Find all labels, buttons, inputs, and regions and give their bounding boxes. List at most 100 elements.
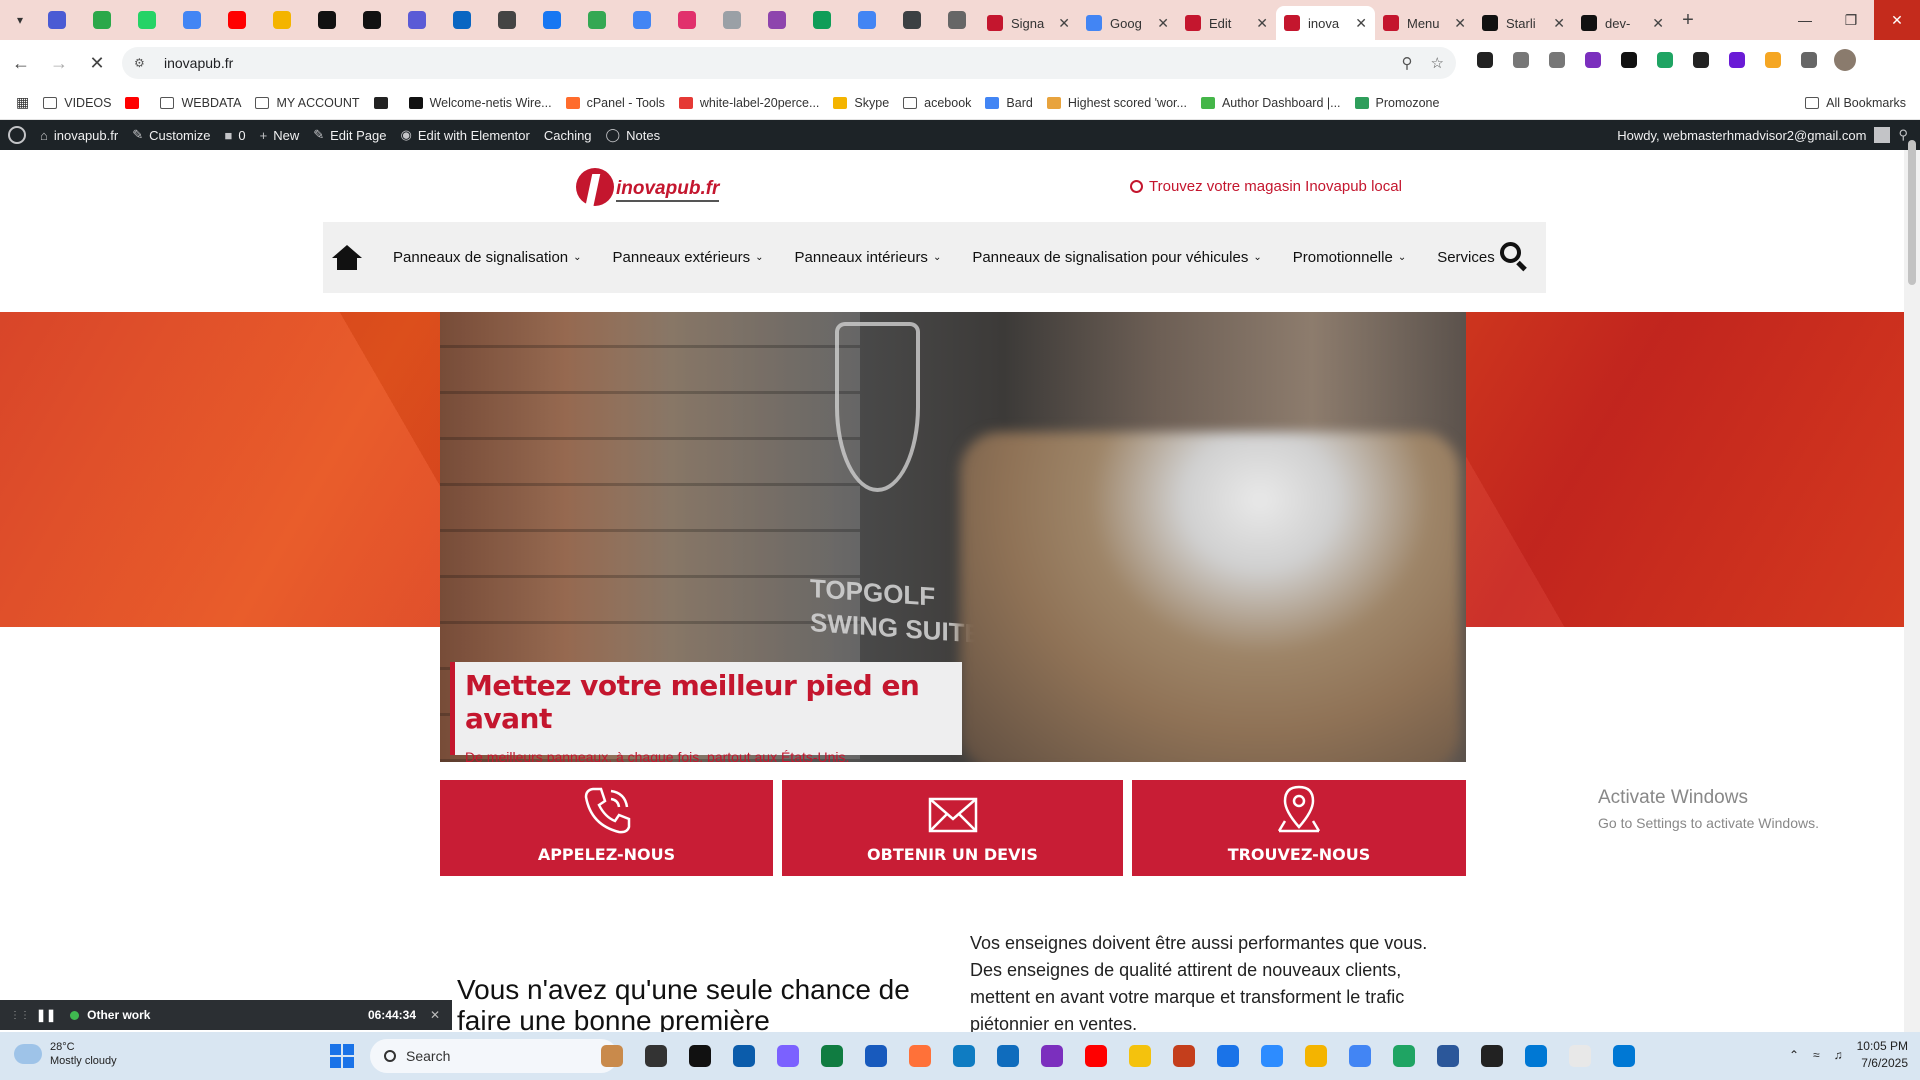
pinned-tab[interactable]	[574, 0, 619, 40]
taskbar-app-icon[interactable]	[992, 1040, 1024, 1072]
wp-new-link[interactable]: + New	[260, 128, 300, 143]
wp-elementor-link[interactable]: ◉ Edit with Elementor	[401, 127, 530, 143]
extension-icon[interactable]	[1580, 47, 1606, 73]
volume-icon[interactable]: ♫	[1834, 1048, 1843, 1062]
extension-icon[interactable]	[1544, 47, 1570, 73]
taskbar-app-icon[interactable]	[1080, 1040, 1112, 1072]
restore-icon[interactable]: ❐	[1828, 0, 1874, 40]
pinned-tab[interactable]	[934, 0, 979, 40]
taskbar-app-icon[interactable]	[1168, 1040, 1200, 1072]
wp-site-link[interactable]: ⌂ inovapub.fr	[40, 128, 118, 143]
weather-widget[interactable]: 28°C Mostly cloudy	[14, 1040, 117, 1068]
taskbar-app-icon[interactable]	[1388, 1040, 1420, 1072]
zoom-icon[interactable]: ⚲	[1402, 54, 1413, 72]
tab-search-icon[interactable]: ▾	[6, 6, 34, 34]
bookmark-item[interactable]: Skype	[833, 96, 889, 110]
pinned-tab[interactable]	[169, 0, 214, 40]
bookmark-item[interactable]: VIDEOS	[43, 96, 111, 110]
extension-icon[interactable]	[1724, 47, 1750, 73]
taskbar-app-icon[interactable]	[1476, 1040, 1508, 1072]
pinned-tab[interactable]	[619, 0, 664, 40]
tab-close-icon[interactable]: ✕	[1652, 15, 1664, 32]
pinned-tab[interactable]	[484, 0, 529, 40]
bookmark-item[interactable]: white-label-20perce...	[678, 96, 819, 110]
taskbar-app-icon[interactable]	[1212, 1040, 1244, 1072]
new-tab-button[interactable]: +	[1672, 9, 1704, 32]
pinned-tab[interactable]	[304, 0, 349, 40]
back-icon[interactable]: ←	[4, 46, 38, 80]
taskbar-app-icon[interactable]	[1300, 1040, 1332, 1072]
extension-icon[interactable]	[1472, 47, 1498, 73]
home-icon[interactable]	[332, 244, 362, 271]
extension-icon[interactable]	[1760, 47, 1786, 73]
apps-icon[interactable]: ▦	[16, 94, 29, 111]
browser-tab[interactable]: inova ✕	[1276, 6, 1375, 40]
bookmark-item[interactable]: Welcome-netis Wire...	[408, 96, 552, 110]
taskbar-app-icon[interactable]	[1608, 1040, 1640, 1072]
pinned-tab[interactable]	[259, 0, 304, 40]
wp-search-icon[interactable]: ⚲	[1898, 127, 1908, 143]
taskbar-app-icon[interactable]	[684, 1040, 716, 1072]
pinned-tab[interactable]	[709, 0, 754, 40]
wp-customize-link[interactable]: ✎ Customize	[132, 127, 210, 143]
taskbar-app-icon[interactable]	[1432, 1040, 1464, 1072]
chevron-up-icon[interactable]: ⌃	[1789, 1048, 1799, 1062]
bookmark-item[interactable]: MY ACCOUNT	[255, 96, 360, 110]
wordpress-logo-icon[interactable]	[8, 126, 26, 144]
taskbar-app-icon[interactable]	[772, 1040, 804, 1072]
nav-item[interactable]: Panneaux intérieurs ⌄	[795, 249, 942, 266]
all-bookmarks[interactable]: All Bookmarks	[1805, 96, 1906, 110]
nav-item[interactable]: Panneaux extérieurs ⌄	[613, 249, 764, 266]
wp-caching-link[interactable]: Caching	[544, 128, 592, 143]
pinned-tab[interactable]	[754, 0, 799, 40]
wp-notes-link[interactable]: ◯ Notes	[606, 127, 661, 143]
tab-close-icon[interactable]: ✕	[1454, 15, 1466, 32]
extension-icon[interactable]	[1652, 47, 1678, 73]
taskbar-app-icon[interactable]	[1564, 1040, 1596, 1072]
extension-icon[interactable]	[1688, 47, 1714, 73]
get-quote-button[interactable]: OBTENIR UN DEVIS	[782, 780, 1123, 876]
pinned-tab[interactable]	[34, 0, 79, 40]
close-window-icon[interactable]: ✕	[1874, 0, 1920, 40]
wp-account[interactable]: Howdy, webmasterhmadvisor2@gmail.com ⚲	[1617, 127, 1908, 143]
pinned-tab[interactable]	[664, 0, 709, 40]
nav-item[interactable]: Panneaux de signalisation ⌄	[393, 249, 582, 266]
wp-comments-link[interactable]: ■ 0	[225, 128, 246, 143]
bookmark-star-icon[interactable]: ☆	[1431, 54, 1444, 72]
pinned-tab[interactable]	[889, 0, 934, 40]
pinned-tab[interactable]	[124, 0, 169, 40]
bookmark-item[interactable]: Bard	[985, 96, 1033, 110]
browser-tab[interactable]: Goog ✕	[1078, 6, 1177, 40]
taskbar-app-icon[interactable]	[948, 1040, 980, 1072]
pinned-tab[interactable]	[844, 0, 889, 40]
browser-tab[interactable]: Menu ✕	[1375, 6, 1474, 40]
browser-tab[interactable]: Signa ✕	[979, 6, 1078, 40]
extension-icon[interactable]	[1796, 47, 1822, 73]
stop-loading-icon[interactable]: ✕	[80, 46, 114, 80]
taskbar-app-icon[interactable]	[1344, 1040, 1376, 1072]
minimize-icon[interactable]: —	[1782, 0, 1828, 40]
store-locator-link[interactable]: Trouvez votre magasin Inovapub local	[1130, 178, 1402, 195]
site-search-icon[interactable]	[1500, 242, 1528, 272]
pinned-tab[interactable]	[529, 0, 574, 40]
taskbar-app-icon[interactable]	[1520, 1040, 1552, 1072]
wp-edit-page-link[interactable]: ✎ Edit Page	[313, 127, 386, 143]
taskbar-app-icon[interactable]	[728, 1040, 760, 1072]
tab-close-icon[interactable]: ✕	[1355, 15, 1367, 32]
taskbar-app-icon[interactable]	[860, 1040, 892, 1072]
call-us-button[interactable]: APPELEZ-NOUS	[440, 780, 773, 876]
taskbar-search[interactable]: Search	[370, 1039, 618, 1073]
taskbar-app-icon[interactable]	[816, 1040, 848, 1072]
taskbar-app-icon[interactable]	[1036, 1040, 1068, 1072]
bookmark-item[interactable]: acebook	[903, 96, 971, 110]
bookmark-item[interactable]: Highest scored 'wor...	[1046, 96, 1187, 110]
find-us-button[interactable]: TROUVEZ-NOUS	[1132, 780, 1466, 876]
pinned-tab[interactable]	[394, 0, 439, 40]
clock[interactable]: 10:05 PM 7/6/2025	[1857, 1038, 1908, 1072]
drag-handle-icon[interactable]: ⋮⋮	[10, 1010, 30, 1021]
bookmark-item[interactable]: cPanel - Tools	[565, 96, 665, 110]
pinned-tab[interactable]	[439, 0, 484, 40]
pinned-tab[interactable]	[79, 0, 124, 40]
nav-item[interactable]: Panneaux de signalisation pour véhicules…	[972, 249, 1261, 266]
close-icon[interactable]: ✕	[430, 1008, 440, 1022]
